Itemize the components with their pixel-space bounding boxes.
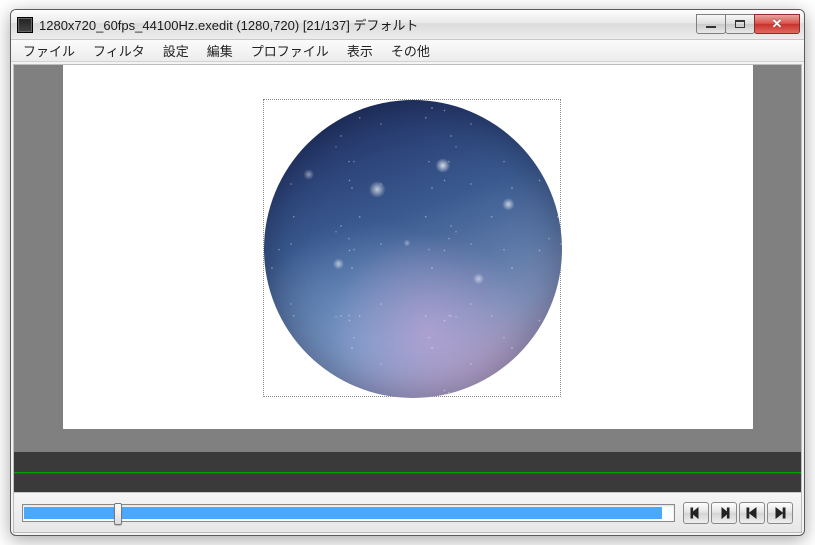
window-title: 1280x720_60fps_44100Hz.exedit (1280,720)… — [39, 15, 691, 34]
preview-canvas — [63, 65, 753, 429]
preview-viewport[interactable] — [14, 65, 801, 452]
next-frame-button[interactable] — [711, 502, 737, 524]
app-icon — [17, 17, 33, 33]
seek-bar[interactable] — [22, 504, 675, 522]
menu-filter[interactable]: フィルタ — [85, 39, 153, 62]
seek-handle[interactable] — [114, 503, 122, 525]
minimize-button[interactable] — [696, 14, 726, 34]
menu-file[interactable]: ファイル — [15, 39, 83, 62]
prev-frame-button[interactable] — [683, 502, 709, 524]
object-selection-box[interactable] — [263, 99, 561, 397]
skip-end-icon — [773, 506, 787, 520]
go-end-button[interactable] — [767, 502, 793, 524]
go-start-button[interactable] — [739, 502, 765, 524]
skip-start-icon — [745, 506, 759, 520]
titlebar[interactable]: 1280x720_60fps_44100Hz.exedit (1280,720)… — [11, 10, 804, 40]
client-area — [13, 64, 802, 533]
audio-waveform-strip — [14, 452, 801, 492]
playback-controls — [14, 492, 801, 532]
preview-image-circle — [264, 100, 562, 398]
step-forward-icon — [717, 506, 731, 520]
step-back-icon — [689, 506, 703, 520]
menu-profile[interactable]: プロファイル — [243, 39, 337, 62]
menu-edit[interactable]: 編集 — [199, 39, 241, 62]
menubar: ファイル フィルタ 設定 編集 プロファイル 表示 その他 — [11, 40, 804, 62]
close-button[interactable]: ✕ — [754, 14, 800, 34]
menu-other[interactable]: その他 — [383, 39, 438, 62]
menu-settings[interactable]: 設定 — [155, 39, 197, 62]
maximize-button[interactable] — [725, 14, 755, 34]
menu-view[interactable]: 表示 — [339, 39, 381, 62]
app-window: 1280x720_60fps_44100Hz.exedit (1280,720)… — [10, 9, 805, 536]
